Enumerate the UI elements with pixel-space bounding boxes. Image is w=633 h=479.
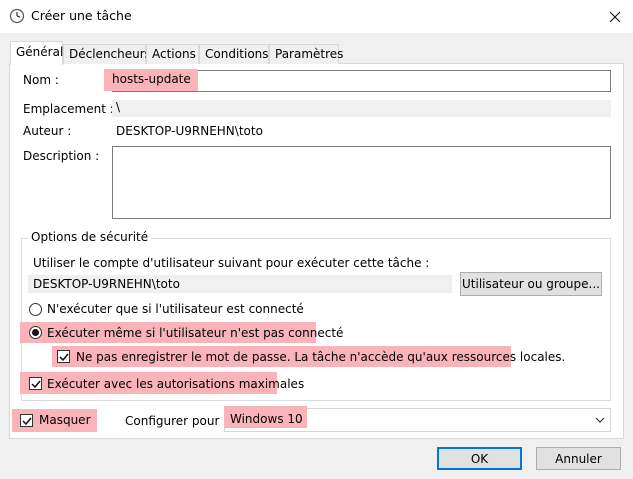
tab-actions[interactable]: Actions bbox=[146, 44, 199, 64]
checkmark-icon bbox=[58, 353, 69, 361]
radio-run-any[interactable] bbox=[29, 326, 42, 339]
tab-triggers[interactable]: Déclencheurs bbox=[63, 44, 151, 64]
user-or-group-button[interactable]: Utilisateur ou groupe... bbox=[460, 272, 602, 296]
close-icon bbox=[609, 11, 621, 22]
description-label: Description : bbox=[23, 149, 100, 163]
configure-for-label: Configurer pour : bbox=[125, 414, 228, 428]
checkbox-no-store-password[interactable] bbox=[57, 350, 70, 363]
tab-settings[interactable]: Paramètres bbox=[269, 44, 343, 64]
ok-button[interactable]: OK bbox=[437, 447, 522, 470]
hidden-label[interactable]: Masquer bbox=[39, 413, 91, 427]
close-button[interactable] bbox=[597, 0, 633, 33]
name-label: Nom : bbox=[23, 73, 59, 87]
highest-privileges-label[interactable]: Exécuter avec les autorisations maximale… bbox=[47, 377, 304, 391]
name-input-value[interactable]: hosts-update bbox=[104, 69, 198, 91]
location-field bbox=[112, 100, 611, 117]
checkmark-icon bbox=[21, 417, 32, 425]
tab-conditions[interactable]: Conditions bbox=[199, 44, 269, 64]
tab-general[interactable]: Général bbox=[10, 41, 63, 65]
account-prompt: Utiliser le compte d'utilisateur suivant… bbox=[33, 256, 430, 270]
account-value: DESKTOP-U9RNEHN\toto bbox=[33, 277, 180, 291]
location-value: \ bbox=[116, 100, 121, 114]
author-label: Auteur : bbox=[23, 124, 72, 138]
clock-icon bbox=[9, 8, 25, 24]
checkbox-highest-privileges[interactable] bbox=[29, 377, 42, 390]
window-title: Créer une tâche bbox=[31, 8, 132, 23]
checkbox-hidden[interactable] bbox=[20, 414, 33, 427]
cancel-button[interactable]: Annuler bbox=[536, 447, 621, 470]
chevron-down-icon[interactable] bbox=[594, 414, 606, 426]
checkmark-icon bbox=[30, 380, 41, 388]
author-value: DESKTOP-U9RNEHN\toto bbox=[116, 124, 263, 138]
no-store-password-label[interactable]: Ne pas enregistrer le mot de passe. La t… bbox=[76, 350, 565, 364]
location-label: Emplacement : bbox=[23, 102, 114, 116]
description-input[interactable] bbox=[112, 146, 611, 219]
radio-run-any-label[interactable]: Exécuter même si l'utilisateur n'est pas… bbox=[47, 326, 343, 340]
radio-run-logged-on-label[interactable]: N'exécuter que si l'utilisateur est conn… bbox=[47, 302, 304, 316]
security-group-title: Options de sécurité bbox=[28, 230, 152, 244]
radio-run-logged-on[interactable] bbox=[29, 303, 42, 316]
configure-for-value[interactable]: Windows 10 bbox=[230, 412, 303, 426]
